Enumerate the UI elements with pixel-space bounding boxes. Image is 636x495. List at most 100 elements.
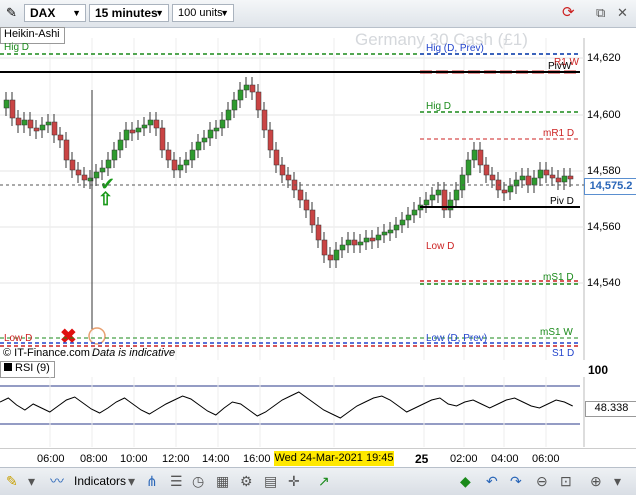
candle-body <box>159 127 166 151</box>
clock-icon[interactable]: ◷ <box>192 472 204 490</box>
candle-body <box>303 199 310 211</box>
candle-body <box>153 119 160 129</box>
current-price-badge: 14,575.2 <box>584 178 636 195</box>
dropdown-icon[interactable]: ▾ <box>28 472 35 490</box>
candle-body <box>333 249 340 261</box>
refresh-icon[interactable]: ⟳ <box>562 5 575 21</box>
candle-body <box>459 174 466 191</box>
menu-icon[interactable]: ▾ <box>614 472 621 490</box>
candle-body <box>231 99 238 111</box>
time-tick: 12:00 <box>162 453 190 465</box>
candle-body <box>189 149 196 161</box>
rsi-value-badge: 48.338 <box>585 401 636 417</box>
dropdown-icon[interactable]: ▾ <box>128 472 135 490</box>
candle-body <box>69 159 76 171</box>
market-select[interactable]: DAX ▼ <box>24 4 86 22</box>
level-label-low-d-left: Low D <box>4 333 33 344</box>
level-label-piv-w: PivW <box>548 61 572 72</box>
candle-body <box>39 124 46 131</box>
top-toolbar: ✎ DAX ▼ 15 minutes ▼ 100 units ▼ ⟳ ⧉ ✕ <box>0 0 636 28</box>
level-label-hig-d-2: Hig D <box>426 101 452 112</box>
candle-body <box>135 127 142 133</box>
units-label: 100 units <box>178 7 223 19</box>
candle-body <box>525 175 532 186</box>
candle-body <box>81 174 88 181</box>
chevron-down-icon: ▼ <box>155 8 164 18</box>
candle-body <box>567 175 574 180</box>
candle-body <box>429 194 436 201</box>
candle-body <box>483 164 490 176</box>
candle-body <box>249 84 256 93</box>
list-icon[interactable]: ☰ <box>170 472 183 490</box>
candle-body <box>411 209 418 216</box>
candle-body <box>327 254 334 261</box>
zoom-out-icon[interactable]: ⊖ <box>536 472 548 490</box>
candle-body <box>519 175 526 181</box>
chevron-down-icon: ▼ <box>220 8 229 18</box>
undo-icon[interactable]: ↶ <box>486 472 498 490</box>
restore-icon[interactable]: ⧉ <box>596 5 605 21</box>
candle-body <box>501 189 508 194</box>
candle-body <box>339 244 346 251</box>
entry-cross-icon: ✖ <box>60 326 77 348</box>
share-icon[interactable]: ⋔ <box>146 472 158 490</box>
rsi-chart[interactable] <box>0 377 636 447</box>
candle-body <box>117 139 124 151</box>
time-tick: 04:00 <box>491 453 519 465</box>
zoom-in-icon[interactable]: ⊕ <box>590 472 602 490</box>
candle-body <box>453 189 460 201</box>
crosshair-icon[interactable]: ✛ <box>288 472 300 490</box>
candle-body <box>405 214 412 221</box>
candle-body <box>447 199 454 211</box>
candle-body <box>549 174 556 179</box>
candle-body <box>315 224 322 241</box>
candle-body <box>165 149 172 161</box>
candle-body <box>15 117 22 126</box>
layout-icon[interactable]: ▤ <box>264 472 277 490</box>
candle-body <box>279 164 286 176</box>
candle-body <box>261 109 268 131</box>
timeframe-select[interactable]: 15 minutes ▼ <box>89 4 169 22</box>
price-tick: 14,580 <box>587 165 621 177</box>
bookmark-icon[interactable]: ◆ <box>460 472 471 490</box>
candle-body <box>3 99 10 109</box>
candle-body <box>9 99 16 119</box>
candle-body <box>489 174 496 181</box>
chevron-down-icon: ▼ <box>72 8 81 18</box>
candle-body <box>27 119 34 129</box>
level-label-low-d-prev: Low (D, Prev) <box>426 333 488 344</box>
candle-body <box>123 129 130 141</box>
candle-body <box>45 121 52 126</box>
calendar-icon[interactable]: ▦ <box>216 472 229 490</box>
candle-body <box>243 84 250 91</box>
trend-icon[interactable]: ↗ <box>318 472 330 490</box>
candle-body <box>129 129 136 134</box>
candle-body <box>351 239 358 246</box>
redo-icon[interactable]: ↷ <box>510 472 522 490</box>
candle-body <box>219 119 226 129</box>
candle-body <box>561 175 568 183</box>
pencil-icon[interactable]: ✎ <box>6 5 17 21</box>
level-label-piv-d: Piv D <box>550 196 574 207</box>
check-icon: ✔ <box>100 174 115 194</box>
draw-icon[interactable]: ✎ <box>6 472 18 490</box>
candle-body <box>51 121 58 136</box>
price-chart[interactable]: ✖⇧✔ <box>0 38 636 360</box>
indicators-button[interactable]: Indicators <box>74 474 126 488</box>
close-icon[interactable]: ✕ <box>617 5 628 21</box>
units-select[interactable]: 100 units ▼ <box>172 4 234 22</box>
time-tick: 16:00 <box>243 453 271 465</box>
level-label-s1-d: S1 D <box>552 348 575 359</box>
settings-icon[interactable]: ⚙ <box>240 472 253 490</box>
candle-body <box>93 171 100 179</box>
candle-body <box>507 185 514 193</box>
candle-body <box>63 139 70 161</box>
price-tick: 14,600 <box>587 109 621 121</box>
rsi-tab[interactable]: RSI (9) <box>0 361 55 378</box>
zoom-fit-icon[interactable]: ⊡ <box>560 472 572 490</box>
indicators-icon[interactable]: 〰 <box>50 472 64 490</box>
candle-body <box>183 159 190 166</box>
disclaimer-text: Data is indicative <box>92 347 176 359</box>
candle-body <box>105 159 112 169</box>
candle-body <box>195 141 202 151</box>
